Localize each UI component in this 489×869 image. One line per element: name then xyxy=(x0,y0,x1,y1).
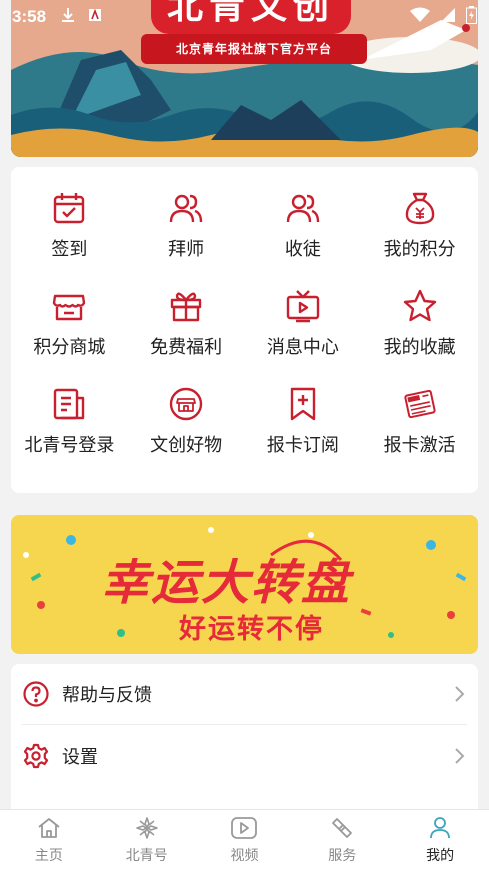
nav-item-mine[interactable]: 我的 xyxy=(391,810,489,869)
banner-subtitle: 北京青年报社旗下官方平台 xyxy=(141,34,367,64)
feature-grid: 签到 拜师 收徒 我的积分 积分商城 免费福利 消息中心 我的收藏 北青号登录 … xyxy=(11,167,478,493)
nav-label: 主页 xyxy=(34,846,63,863)
grid-label: 积分商城 xyxy=(33,337,106,357)
grid-label: 我的收藏 xyxy=(383,337,456,357)
grid-item-beiqing-login[interactable]: 北青号登录 xyxy=(11,381,128,479)
grid-label: 北青号登录 xyxy=(24,435,115,455)
users-icon xyxy=(167,189,205,227)
grid-label: 报卡激活 xyxy=(383,435,456,455)
grid-label: 免费福利 xyxy=(150,337,223,357)
chevron-right-icon xyxy=(451,747,467,764)
nav-item-beiqing[interactable]: 北青号 xyxy=(98,810,196,869)
bottom-nav: 主页 北青号 视频 服务 我的 xyxy=(0,809,489,869)
flower-icon xyxy=(133,815,161,841)
grid-item-checkin[interactable]: 签到 xyxy=(11,185,128,283)
nav-item-service[interactable]: 服务 xyxy=(293,810,391,869)
grid-item-creative-goods[interactable]: 文创好物 xyxy=(128,381,245,479)
promo-subtitle: 好运转不停 xyxy=(179,614,324,644)
users-icon xyxy=(284,189,322,227)
bookmark-plus-icon xyxy=(284,385,322,423)
help-feedback-label: 帮助与反馈 xyxy=(62,685,152,705)
nav-label: 北青号 xyxy=(125,846,168,863)
grid-item-card-subscribe[interactable]: 报卡订阅 xyxy=(245,381,362,479)
grid-label: 文创好物 xyxy=(150,435,223,455)
battery-icon xyxy=(466,5,477,29)
nav-label: 视频 xyxy=(230,846,259,863)
settings-row[interactable]: 设置 xyxy=(22,725,467,786)
grid-item-my-points[interactable]: 我的积分 xyxy=(361,185,478,283)
help-feedback-row[interactable]: 帮助与反馈 xyxy=(22,664,467,725)
nav-item-home[interactable]: 主页 xyxy=(0,810,98,869)
lucky-wheel-banner[interactable]: 幸运大转盘 好运转不停 xyxy=(11,515,478,654)
nav-label: 我的 xyxy=(426,846,455,863)
home-icon xyxy=(35,815,63,841)
signal-icon xyxy=(440,7,456,28)
grid-item-free-benefits[interactable]: 免费福利 xyxy=(128,283,245,381)
nav-label: 服务 xyxy=(328,846,357,863)
star-icon xyxy=(401,287,439,325)
settings-label: 设置 xyxy=(62,746,98,767)
nav-item-video[interactable]: 视频 xyxy=(196,810,294,869)
grid-label: 拜师 xyxy=(168,239,205,259)
grid-item-card-activate[interactable]: 报卡激活 xyxy=(361,381,478,479)
grid-label: 签到 xyxy=(51,239,88,259)
download-icon xyxy=(60,7,76,28)
grid-label: 消息中心 xyxy=(266,337,339,357)
question-circle-icon xyxy=(22,680,50,708)
gift-icon xyxy=(167,287,205,325)
grid-item-apprentice[interactable]: 拜师 xyxy=(128,185,245,283)
grid-label: 报卡订阅 xyxy=(266,435,339,455)
service-icon xyxy=(328,815,356,841)
tv-icon xyxy=(284,287,322,325)
shop-icon xyxy=(167,385,205,423)
settings-list: 帮助与反馈 设置 xyxy=(11,664,478,809)
wifi-icon xyxy=(410,7,430,28)
person-icon xyxy=(426,815,454,841)
grid-item-my-favorites[interactable]: 我的收藏 xyxy=(361,283,478,381)
calendar-check-icon xyxy=(50,189,88,227)
grid-item-message-center[interactable]: 消息中心 xyxy=(245,283,362,381)
grid-item-disciple[interactable]: 收徒 xyxy=(245,185,362,283)
grid-label: 我的积分 xyxy=(383,239,456,259)
play-icon xyxy=(230,815,258,841)
grid-label: 收徒 xyxy=(284,239,321,259)
money-bag-icon xyxy=(401,189,439,227)
gear-icon xyxy=(22,742,50,770)
grid-item-points-mall[interactable]: 积分商城 xyxy=(11,283,128,381)
chevron-right-icon xyxy=(451,686,467,702)
status-bar: 3:58 xyxy=(0,0,489,34)
promo-title: 幸运大转盘 xyxy=(101,557,352,610)
store-icon xyxy=(50,287,88,325)
document-icon xyxy=(50,385,88,423)
newspaper-icon xyxy=(401,385,439,423)
status-time: 3:58 xyxy=(12,7,47,26)
app-notification-icon xyxy=(88,7,102,27)
